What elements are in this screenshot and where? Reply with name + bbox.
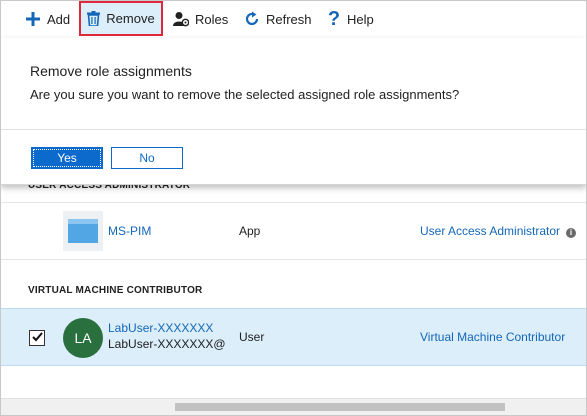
help-button[interactable]: ? Help <box>327 5 374 33</box>
scrollbar-thumb[interactable] <box>175 403 505 411</box>
principal-email: LabUser-XXXXXXX@ <box>108 337 226 351</box>
roles-label: Roles <box>195 11 229 27</box>
dialog-title: Remove role assignments <box>30 63 192 79</box>
roles-button[interactable]: Roles <box>173 5 228 33</box>
checkmark-icon <box>31 329 43 347</box>
table-row[interactable]: MS-PIM App User Access Administrator i <box>1 202 586 260</box>
remove-confirmation-dialog: Remove role assignments Are you sure you… <box>1 38 586 185</box>
principal-name-link[interactable]: MS-PIM <box>108 224 151 238</box>
trash-icon <box>87 11 101 26</box>
refresh-icon <box>244 11 260 27</box>
plus-icon <box>25 11 41 27</box>
divider <box>1 129 586 130</box>
yes-button[interactable]: Yes <box>31 147 103 169</box>
refresh-label: Refresh <box>266 11 312 27</box>
horizontal-scrollbar[interactable] <box>1 398 586 415</box>
no-button[interactable]: No <box>111 147 183 169</box>
toolbar: Add Remove Roles Refresh ? Help <box>1 1 586 38</box>
role-name-link[interactable]: Virtual Machine Contributor <box>420 330 565 344</box>
remove-button[interactable]: Remove <box>79 1 163 36</box>
role-name-link[interactable]: User Access Administrator <box>420 224 560 238</box>
section-heading-vm-contributor: VIRTUAL MACHINE CONTRIBUTOR <box>28 285 203 296</box>
roles-icon <box>173 11 189 27</box>
info-icon[interactable]: i <box>566 228 576 238</box>
principal-name-link[interactable]: LabUser-XXXXXXX <box>108 321 213 335</box>
question-icon: ? <box>327 7 341 30</box>
avatar: LA <box>63 318 103 358</box>
dialog-message: Are you sure you want to remove the sele… <box>30 87 460 102</box>
app-icon <box>63 211 103 251</box>
principal-type: App <box>239 224 261 238</box>
refresh-button[interactable]: Refresh <box>244 5 312 33</box>
row-checkbox[interactable] <box>29 330 45 346</box>
add-label: Add <box>47 11 71 27</box>
table-row[interactable]: LA LabUser-XXXXXXX LabUser-XXXXXXX@ User… <box>1 308 586 366</box>
add-button[interactable]: Add <box>25 5 70 33</box>
help-label: Help <box>347 11 374 27</box>
role-assignments-pane: Add Remove Roles Refresh ? Help USER ACC… <box>0 0 587 416</box>
remove-label: Remove <box>106 11 155 26</box>
principal-type: User <box>239 330 265 344</box>
